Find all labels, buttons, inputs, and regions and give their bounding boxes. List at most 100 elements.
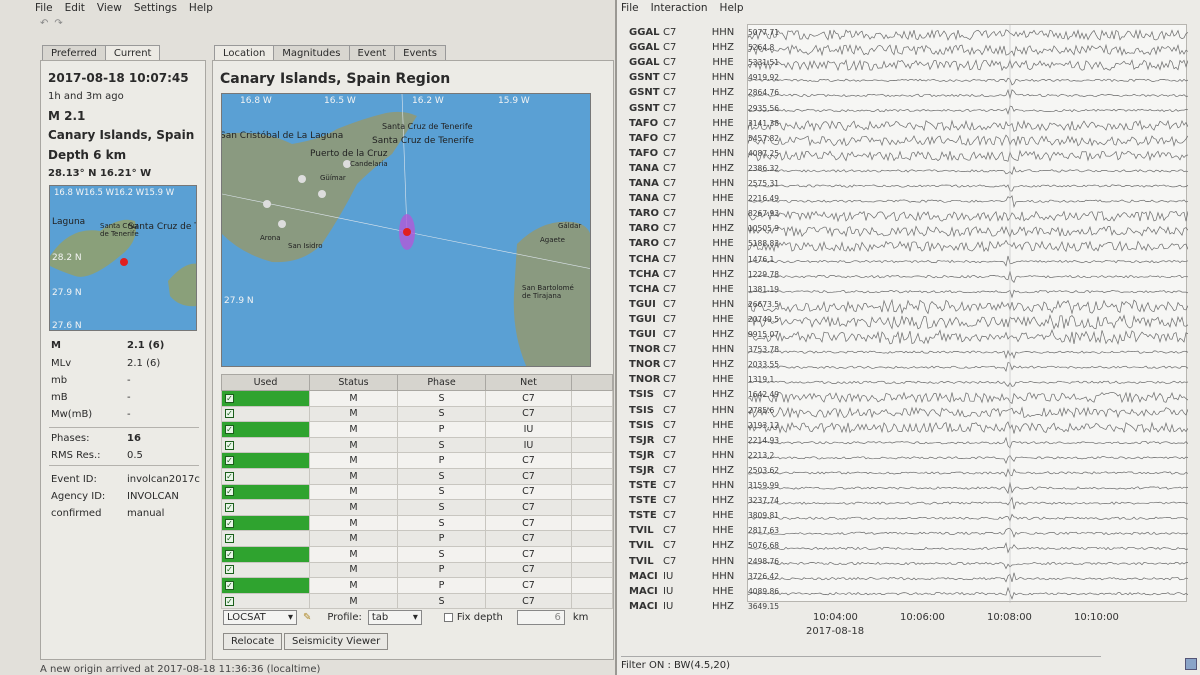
table-row[interactable]: ✓ M P C7 — [221, 577, 613, 594]
trace-label-row[interactable]: TANA C7 HHZ — [617, 163, 745, 174]
trace-label-row[interactable]: GSNT C7 HHE — [617, 103, 745, 114]
trace-label-row[interactable]: GGAL C7 HHE — [617, 57, 745, 68]
trace-label-row[interactable]: GSNT C7 HHZ — [617, 87, 745, 98]
col-used[interactable]: Used — [221, 374, 310, 391]
table-row[interactable]: ✓ M S C7 — [221, 467, 613, 485]
trace-label-row[interactable]: TVIL C7 HHE — [617, 525, 745, 536]
seismicity-viewer-button[interactable]: Seismicity Viewer — [284, 633, 389, 650]
table-row[interactable]: ✓ M S IU — [221, 436, 613, 454]
table-row[interactable]: ✓ M S C7 — [221, 499, 613, 516]
trace-label-row[interactable]: TSTE C7 HHZ — [617, 495, 745, 506]
table-row[interactable]: ✓ M P IU — [221, 421, 613, 438]
trace-label-row[interactable]: TGUI C7 HHN — [617, 299, 745, 310]
used-checkbox[interactable]: ✓ — [225, 549, 234, 559]
used-cell[interactable]: ✓ — [221, 467, 310, 485]
trace-label-row[interactable]: TSTE C7 HHN — [617, 480, 745, 491]
trace-canvas[interactable] — [747, 24, 1189, 614]
trace-label-row[interactable]: MACI IU HHZ — [617, 601, 745, 612]
trace-label-row[interactable]: GGAL C7 HHN — [617, 27, 745, 38]
table-row[interactable]: ✓ M S C7 — [221, 483, 613, 501]
trace-label-row[interactable]: TNOR C7 HHE — [617, 374, 745, 385]
tab-current[interactable]: Current — [104, 45, 161, 61]
trace-label-row[interactable]: TCHA C7 HHZ — [617, 269, 745, 280]
used-checkbox[interactable]: ✓ — [225, 440, 234, 450]
trace-label-row[interactable]: TARO C7 HHN — [617, 208, 745, 219]
fix-depth-checkbox[interactable] — [443, 613, 453, 622]
tab-magnitudes[interactable]: Magnitudes — [273, 45, 350, 61]
table-row[interactable]: ✓ M S C7 — [221, 390, 613, 407]
col-status[interactable]: Status — [309, 374, 398, 391]
undo-icon[interactable]: ↶ — [40, 18, 48, 34]
table-row[interactable]: ✓ M S C7 — [221, 514, 613, 532]
used-cell[interactable]: ✓ — [221, 452, 310, 469]
menu-help[interactable]: Help — [189, 2, 213, 14]
used-cell[interactable]: ✓ — [221, 577, 310, 594]
tab-events[interactable]: Events — [394, 45, 447, 61]
menu-file[interactable]: File — [35, 2, 53, 14]
trace-label-row[interactable]: TNOR C7 HHN — [617, 344, 745, 355]
used-checkbox[interactable]: ✓ — [225, 393, 234, 403]
used-cell[interactable]: ✓ — [221, 499, 310, 516]
relocate-button[interactable]: Relocate — [223, 633, 283, 650]
locator-select[interactable]: LOCSAT ▾ — [223, 610, 297, 625]
trace-label-row[interactable]: TSIS C7 HHZ — [617, 389, 745, 400]
col-phase[interactable]: Phase — [397, 374, 486, 391]
used-checkbox[interactable]: ✓ — [225, 534, 234, 544]
trace-label-row[interactable]: TCHA C7 HHN — [617, 254, 745, 265]
tab-event[interactable]: Event — [348, 45, 396, 61]
used-checkbox[interactable]: ✓ — [225, 596, 234, 606]
used-cell[interactable]: ✓ — [221, 514, 310, 532]
menu-view[interactable]: View — [97, 2, 122, 14]
trace-label-row[interactable]: TGUI C7 HHE — [617, 314, 745, 325]
trace-label-row[interactable]: GSNT C7 HHN — [617, 72, 745, 83]
used-checkbox[interactable]: ✓ — [225, 409, 234, 419]
used-cell[interactable]: ✓ — [221, 483, 310, 501]
trace-label-row[interactable]: TAFO C7 HHN — [617, 148, 745, 159]
fix-depth-input[interactable]: 6 — [516, 610, 565, 625]
table-row[interactable]: ✓ M S C7 — [221, 405, 613, 423]
used-cell[interactable]: ✓ — [221, 421, 310, 438]
table-row[interactable]: ✓ M S C7 — [221, 545, 613, 563]
menu-help[interactable]: Help — [720, 2, 744, 14]
trace-label-row[interactable]: MACI IU HHE — [617, 586, 745, 597]
trace-label-row[interactable]: TVIL C7 HHZ — [617, 540, 745, 551]
used-checkbox[interactable]: ✓ — [225, 471, 234, 481]
used-cell[interactable]: ✓ — [221, 436, 310, 454]
used-cell[interactable]: ✓ — [221, 592, 310, 610]
used-cell[interactable]: ✓ — [221, 545, 310, 563]
trace-label-row[interactable]: TANA C7 HHE — [617, 193, 745, 204]
trace-label-row[interactable]: TSIS C7 HHE — [617, 420, 745, 431]
trace-label-row[interactable]: TCHA C7 HHE — [617, 284, 745, 295]
used-checkbox[interactable]: ✓ — [225, 565, 234, 575]
redo-icon[interactable]: ↷ — [54, 18, 62, 34]
table-row[interactable]: ✓ M P C7 — [221, 561, 613, 579]
trace-label-row[interactable]: TSIS C7 HHN — [617, 405, 745, 416]
menu-interaction[interactable]: Interaction — [651, 2, 708, 14]
used-checkbox[interactable]: ✓ — [225, 424, 234, 434]
used-checkbox[interactable]: ✓ — [225, 502, 234, 512]
table-row[interactable]: ✓ M P C7 — [221, 452, 613, 469]
trace-label-row[interactable]: MACI IU HHN — [617, 571, 745, 582]
table-row[interactable]: ✓ M S C7 — [221, 592, 613, 610]
trace-label-row[interactable]: TARO C7 HHE — [617, 238, 745, 249]
trace-label-row[interactable]: TANA C7 HHN — [617, 178, 745, 189]
used-cell[interactable]: ✓ — [221, 561, 310, 579]
tab-location[interactable]: Location — [214, 45, 275, 61]
location-map[interactable]: 16.8 W 16.5 W 16.2 W 15.9 W 27.9 N San C… — [221, 93, 591, 367]
overview-map[interactable]: 16.8 W16.5 W16.2 W15.9 W Laguna Santa Cr… — [49, 185, 197, 331]
settings-icon[interactable] — [1185, 658, 1197, 670]
tab-preferred[interactable]: Preferred — [42, 45, 106, 61]
trace-label-row[interactable]: TSJR C7 HHE — [617, 435, 745, 446]
trace-label-row[interactable]: TAFO C7 HHE — [617, 118, 745, 129]
used-cell[interactable]: ✓ — [221, 530, 310, 547]
used-checkbox[interactable]: ✓ — [225, 456, 234, 466]
menu-file[interactable]: File — [621, 2, 639, 14]
wrench-icon[interactable]: ✎ — [303, 612, 311, 623]
col-extra[interactable] — [571, 374, 613, 391]
profile-select[interactable]: tab ▾ — [367, 610, 422, 625]
col-net[interactable]: Net — [485, 374, 572, 391]
used-checkbox[interactable]: ✓ — [225, 487, 234, 497]
trace-label-row[interactable]: TAFO C7 HHZ — [617, 133, 745, 144]
trace-label-row[interactable]: GGAL C7 HHZ — [617, 42, 745, 53]
trace-label-row[interactable]: TSJR C7 HHZ — [617, 465, 745, 476]
